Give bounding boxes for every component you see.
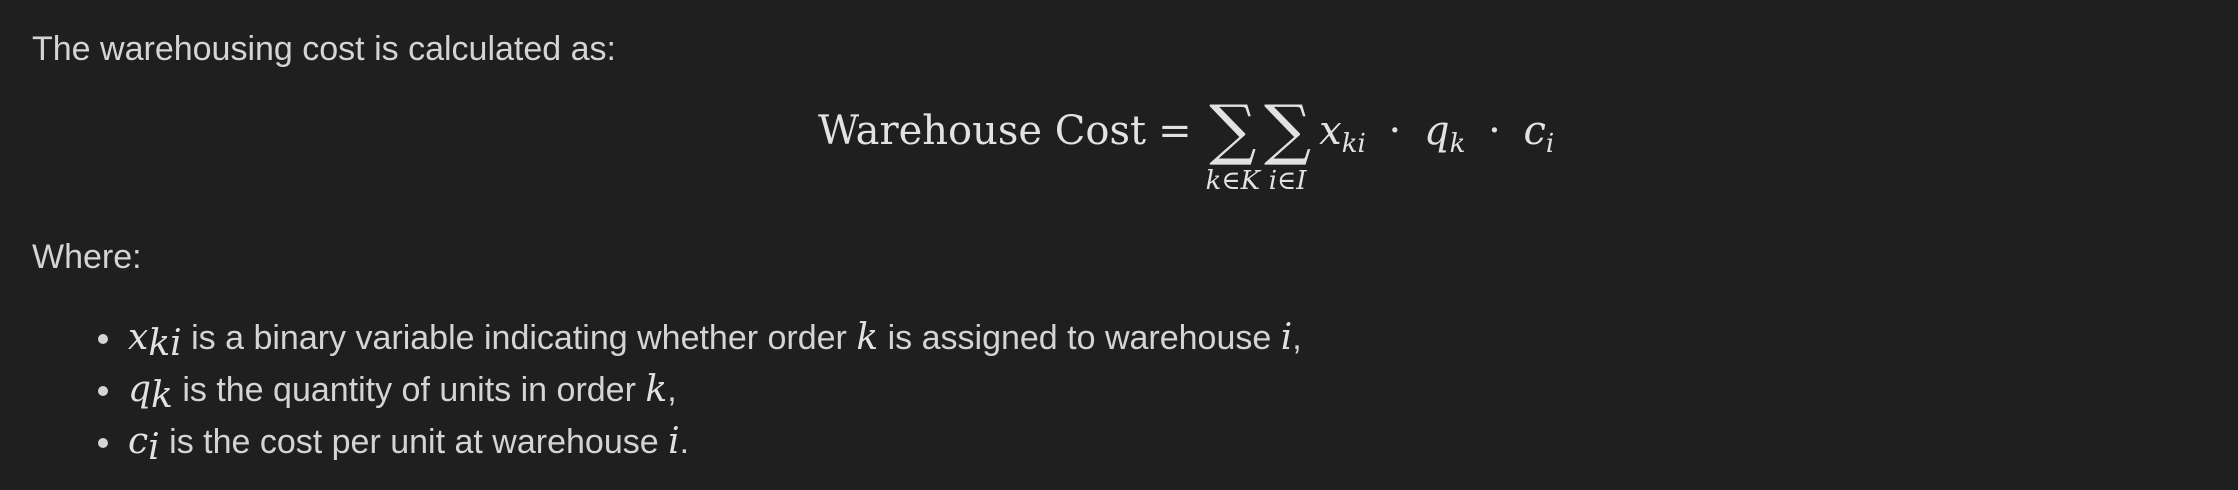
symbol-c: c [128,421,149,462]
sum-symbol: ∑ [1209,91,1257,168]
definition-text: is the quantity of units in order [172,371,646,409]
sum-over-k: ∑ k∈K [1205,91,1261,197]
var-c-subscript: i [1545,129,1555,159]
symbol-x: x [128,317,149,358]
sum-over-i: ∑ i∈I [1264,91,1312,197]
definition-text: is assigned to warehouse [878,319,1281,357]
var-x: x [1319,108,1342,154]
definition-list: xki is a binary variable indicating whet… [96,312,1302,468]
equation-label: Warehouse Cost [818,108,1147,154]
var-i: i [1280,317,1293,358]
list-item: xki is a binary variable indicating whet… [96,312,1302,364]
var-k: k [645,369,668,410]
symbol-x-subscript: ki [148,323,182,364]
list-item: ci is the cost per unit at warehouse i. [96,416,1302,468]
punctuation: , [1292,319,1302,357]
var-c: c [1523,108,1546,154]
where-heading: Where: [32,238,142,276]
var-q: q [1423,108,1450,154]
dot-operator: · [1388,108,1402,154]
equals-sign: = [1158,108,1192,154]
symbol-c-subscript: i [148,427,160,468]
warehouse-cost-equation: Warehouse Cost = ∑ k∈K ∑ i∈I xki · qk · … [818,91,1554,208]
var-x-subscript: ki [1341,129,1366,159]
sum-subscript-k: k∈K [1205,166,1261,196]
dot-operator: · [1488,108,1501,154]
list-item: qk is the quantity of units in order k, [96,364,1302,416]
definition-text: is a binary variable indicating whether … [181,319,857,357]
sum-symbol: ∑ [1264,91,1312,168]
equation-terms: xki · qk · ci [1319,108,1554,159]
var-i: i [668,421,680,462]
var-q-subscript: k [1449,129,1466,159]
punctuation: . [679,423,690,461]
var-k: k [856,317,879,358]
symbol-q: q [128,369,152,410]
document-page: The warehousing cost is calculated as: W… [0,0,2238,490]
punctuation: , [667,371,677,409]
intro-paragraph: The warehousing cost is calculated as: [32,30,616,68]
definition-text: is the cost per unit at warehouse [159,423,669,461]
sum-subscript-i: i∈I [1268,166,1307,196]
symbol-q-subscript: k [151,375,173,416]
